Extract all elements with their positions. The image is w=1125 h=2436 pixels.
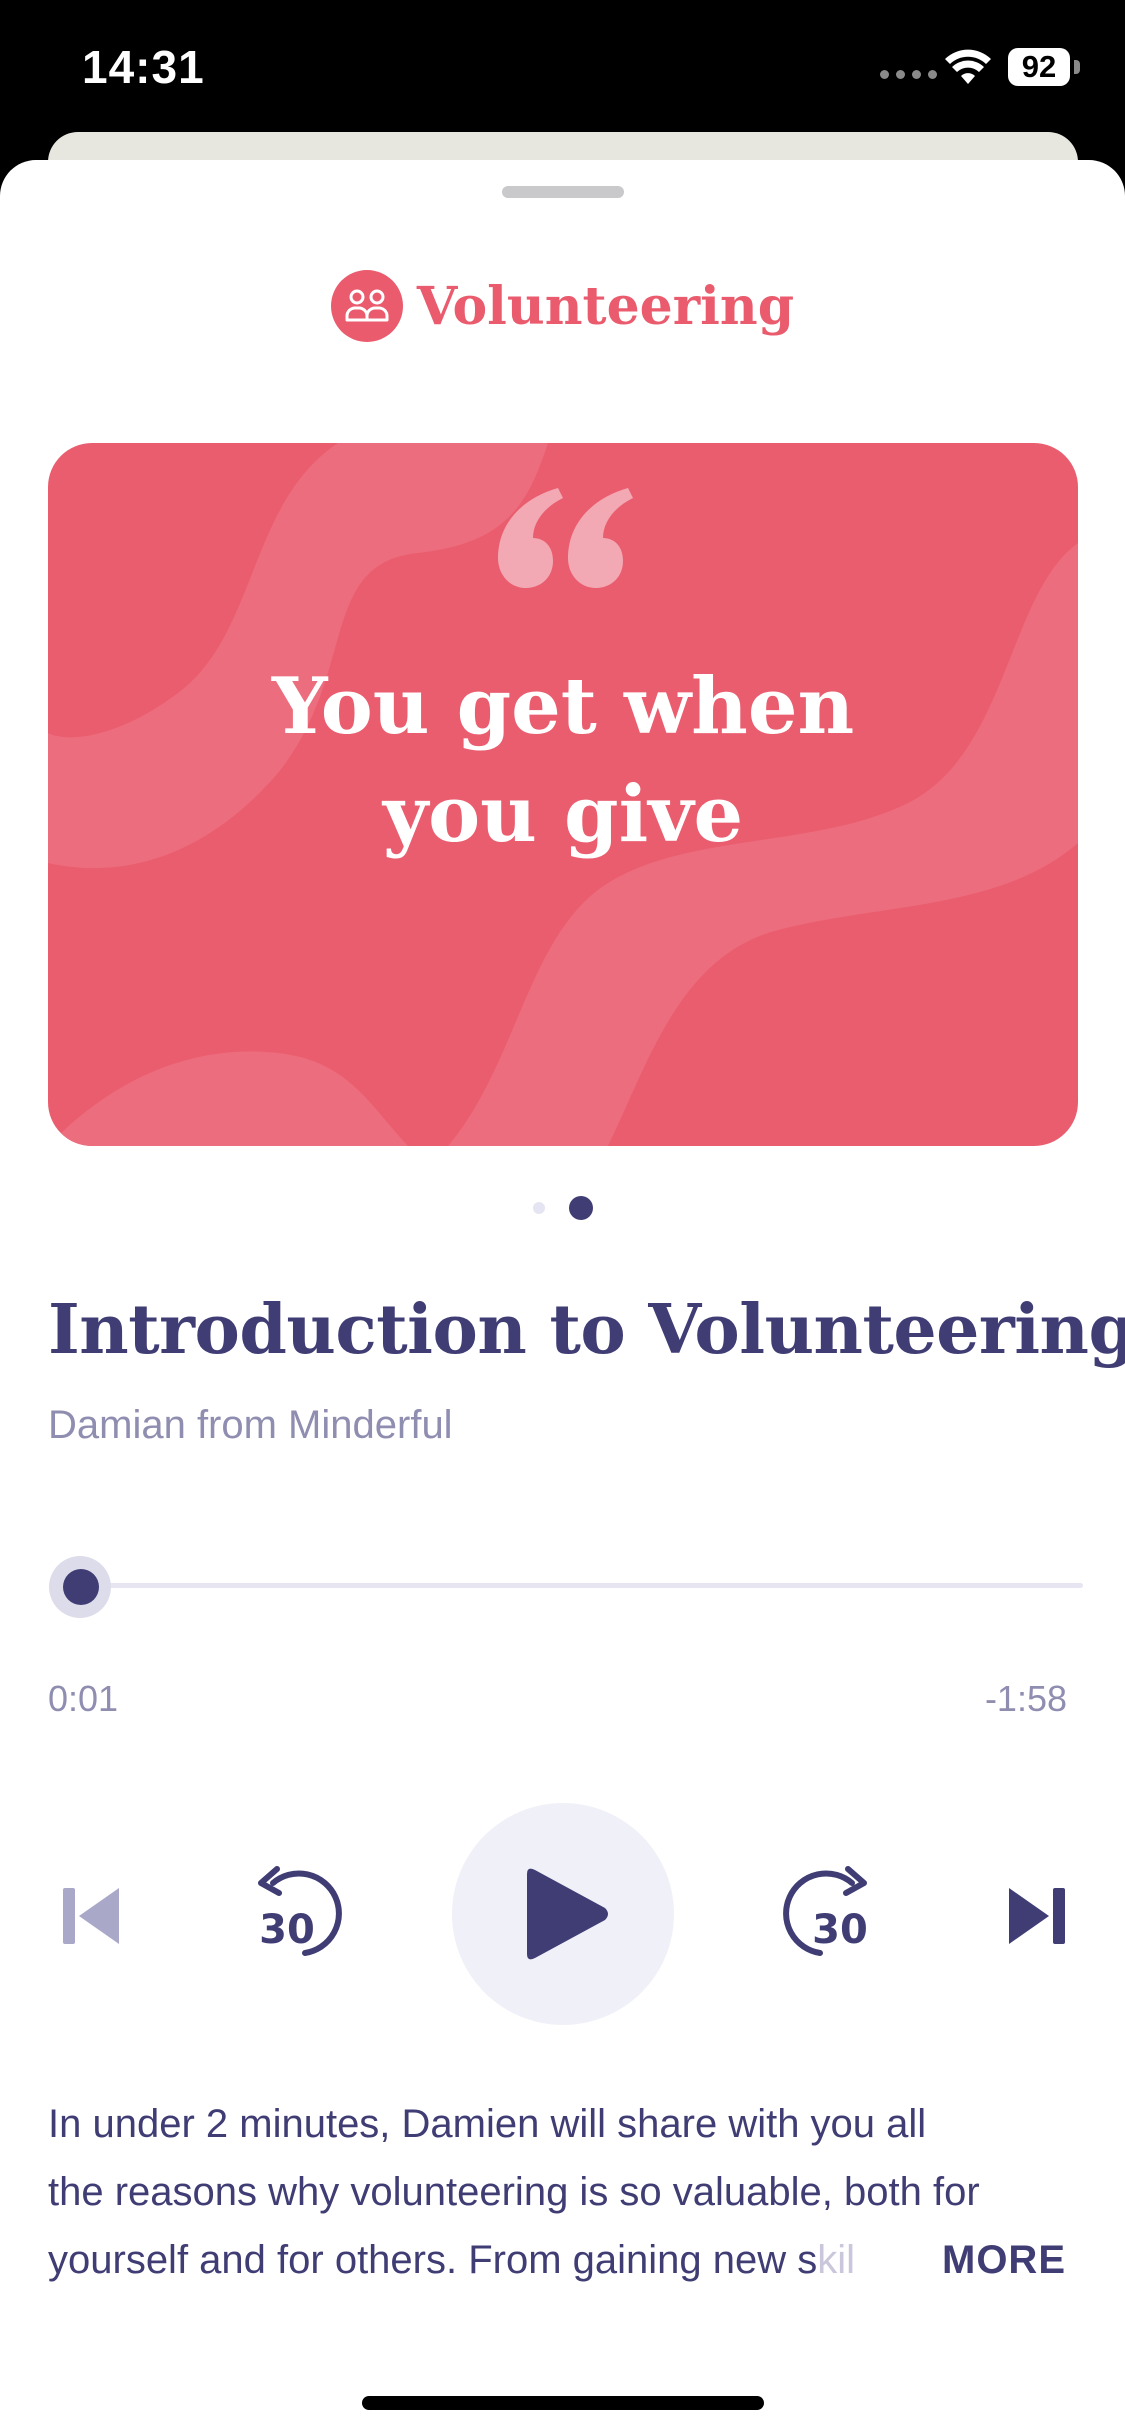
skip-forward-button[interactable]: 30 (777, 1860, 887, 1970)
quote-text: You get when you give (271, 661, 855, 860)
card-page-indicator[interactable] (0, 1196, 1125, 1220)
sheet-grabber[interactable] (502, 186, 624, 198)
play-button[interactable] (452, 1803, 674, 2025)
battery-tip (1074, 60, 1080, 74)
description-line: the reasons why volunteering is so valua… (48, 2170, 980, 2214)
track-author: Damian from Minderful (48, 1403, 453, 1447)
time-elapsed: 0:01 (48, 1678, 119, 1719)
wifi-icon (945, 49, 991, 84)
description-fade-text: kil (817, 2238, 856, 2282)
quote-card[interactable]: You get when you give (48, 443, 1078, 1146)
more-button[interactable]: MORE (932, 2226, 1066, 2294)
description-line-truncated: yourself and for others. From gaining ne… (48, 2226, 1088, 2294)
skip-back-button[interactable]: 30 (238, 1860, 348, 1970)
progress-thumb[interactable] (63, 1569, 100, 1605)
track-title: Introduction to Volunteering (48, 1290, 1125, 1370)
previous-track-button[interactable] (52, 1876, 132, 1956)
battery-icon: 92 (1008, 48, 1070, 86)
category-label: Volunteering (416, 275, 795, 337)
skip-previous-icon (63, 1888, 119, 1944)
people-icon (330, 270, 403, 342)
time-remaining: -1:58 (984, 1678, 1067, 1719)
quote-mark-icon (48, 483, 1078, 598)
description-line: yourself and for others. From gaining ne… (48, 2238, 818, 2282)
track-description: In under 2 minutes, Damien will share wi… (48, 2090, 1088, 2294)
rewind-30-icon: 30 (258, 1866, 342, 1956)
cellular-signal-icon (880, 70, 937, 79)
next-track-button[interactable] (996, 1876, 1076, 1956)
skip-forward-seconds: 30 (812, 1907, 868, 1953)
forward-30-icon: 30 (783, 1866, 868, 1956)
play-icon (527, 1868, 608, 1960)
category-header: Volunteering (0, 270, 1125, 342)
skip-next-icon (1009, 1888, 1065, 1944)
skip-back-seconds: 30 (259, 1907, 315, 1953)
status-bar: 14:31 92 (0, 0, 1125, 140)
status-time: 14:31 (82, 41, 205, 93)
home-indicator[interactable] (362, 2396, 764, 2410)
page-dot-active[interactable] (568, 1196, 593, 1220)
page-dot[interactable] (532, 1202, 545, 1214)
description-line: In under 2 minutes, Damien will share wi… (48, 2102, 927, 2146)
progress-track[interactable] (70, 1583, 1083, 1588)
